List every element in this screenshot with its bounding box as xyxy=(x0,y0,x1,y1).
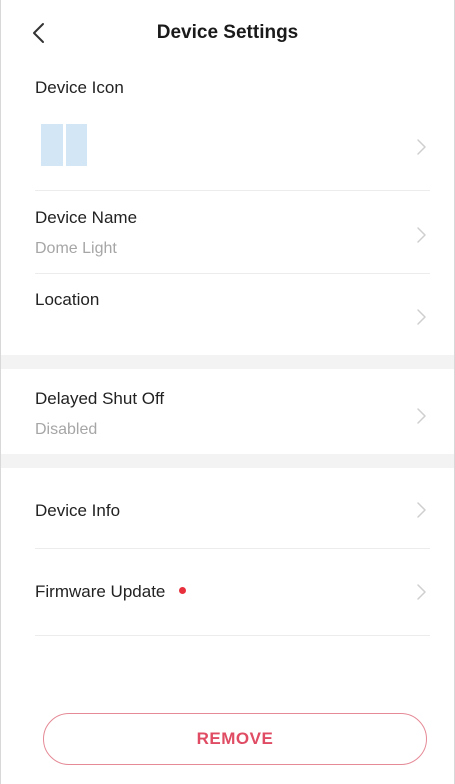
device-name-row[interactable]: Device Name Dome Light xyxy=(1,191,454,273)
section-separator xyxy=(1,355,454,369)
device-info-label: Device Info xyxy=(35,501,121,520)
device-settings-screen: Device Settings Device Icon Device Name … xyxy=(0,0,455,784)
chevron-right-icon xyxy=(417,309,426,325)
divider xyxy=(35,635,430,636)
header: Device Settings xyxy=(1,0,454,68)
device-icon-preview xyxy=(41,124,87,166)
icon-pane-left xyxy=(41,124,63,166)
device-name-value: Dome Light xyxy=(35,240,117,257)
chevron-right-icon xyxy=(417,408,426,424)
location-label: Location xyxy=(35,290,100,309)
device-icon-label: Device Icon xyxy=(35,78,124,97)
chevron-right-icon xyxy=(417,139,426,155)
firmware-update-label-wrap: Firmware Update xyxy=(35,582,187,602)
delayed-shut-off-label: Delayed Shut Off xyxy=(35,389,165,408)
firmware-update-row[interactable]: Firmware Update xyxy=(1,549,454,635)
chevron-right-icon xyxy=(417,502,426,518)
device-info-row[interactable]: Device Info xyxy=(1,468,454,548)
device-icon-row[interactable]: Device Icon xyxy=(1,68,454,190)
section-separator xyxy=(1,454,454,468)
chevron-right-icon xyxy=(417,227,426,243)
device-name-label: Device Name xyxy=(35,208,138,227)
delayed-shut-off-value: Disabled xyxy=(35,421,98,438)
update-available-dot xyxy=(179,587,187,595)
page-title: Device Settings xyxy=(156,22,299,43)
delayed-shut-off-row[interactable]: Delayed Shut Off Disabled xyxy=(1,369,454,454)
location-row[interactable]: Location xyxy=(1,274,454,354)
remove-button[interactable]: REMOVE xyxy=(43,713,427,765)
chevron-right-icon xyxy=(417,584,426,600)
firmware-update-label: Firmware Update xyxy=(35,582,166,601)
icon-pane-right xyxy=(65,124,87,166)
